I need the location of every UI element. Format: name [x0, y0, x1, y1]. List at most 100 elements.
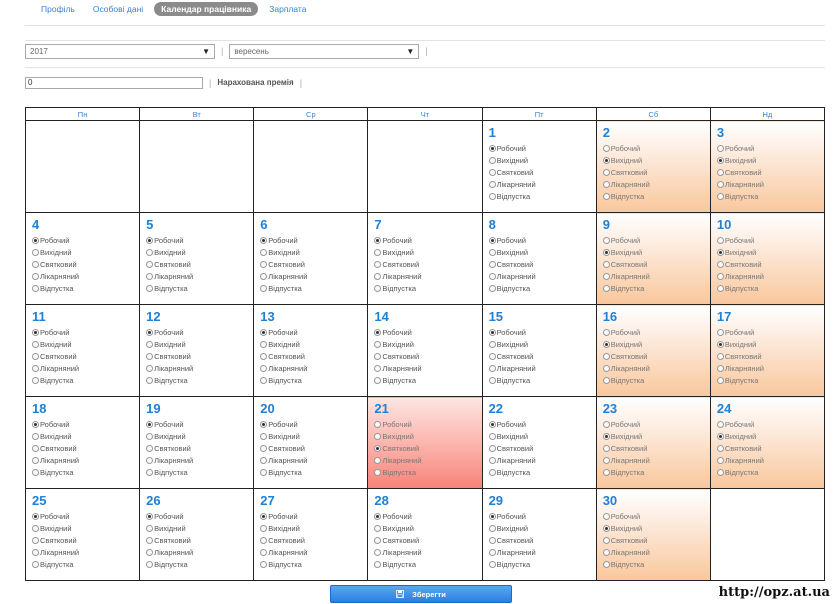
day-type-option[interactable]: Лікарняний [260, 362, 367, 374]
day-type-option[interactable]: Відпустка [488, 374, 596, 386]
day-type-option[interactable]: Відпустка [716, 282, 824, 294]
day-type-option[interactable]: Вихідний [602, 430, 710, 442]
day-type-option[interactable]: Робочий [32, 418, 139, 430]
day-type-radio[interactable] [488, 328, 496, 336]
day-type-radio[interactable] [602, 328, 610, 336]
day-type-radio[interactable] [374, 468, 382, 476]
day-type-option[interactable]: Святковий [602, 258, 710, 270]
day-type-radio[interactable] [146, 468, 154, 476]
day-type-option[interactable]: Вихідний [602, 522, 710, 534]
day-type-option[interactable]: Святковий [146, 350, 253, 362]
day-type-option[interactable]: Вихідний [146, 338, 253, 350]
day-type-option[interactable]: Вихідний [260, 522, 367, 534]
day-type-option[interactable]: Відпустка [32, 374, 139, 386]
day-type-radio[interactable] [488, 340, 496, 348]
day-type-radio[interactable] [488, 456, 496, 464]
day-type-radio[interactable] [32, 328, 39, 336]
day-type-radio[interactable] [146, 248, 154, 256]
day-type-option[interactable]: Робочий [260, 510, 367, 522]
day-type-radio[interactable] [602, 468, 610, 476]
day-type-radio[interactable] [602, 192, 610, 200]
day-type-option[interactable]: Відпустка [488, 190, 596, 202]
month-select[interactable]: вересень ▼ [229, 43, 420, 59]
day-type-option[interactable]: Святковий [260, 534, 367, 546]
day-type-radio[interactable] [716, 144, 724, 152]
day-type-radio[interactable] [260, 548, 268, 556]
day-type-option[interactable]: Лікарняний [374, 270, 481, 282]
day-type-radio[interactable] [374, 248, 382, 256]
day-type-radio[interactable] [602, 340, 610, 348]
day-type-option[interactable]: Святковий [374, 534, 481, 546]
day-type-radio[interactable] [260, 560, 268, 568]
day-type-radio[interactable] [716, 156, 724, 164]
day-type-radio[interactable] [260, 352, 268, 360]
day-type-option[interactable]: Лікарняний [32, 454, 139, 466]
day-type-radio[interactable] [602, 548, 610, 556]
day-type-radio[interactable] [32, 456, 39, 464]
day-type-radio[interactable] [374, 560, 382, 568]
day-type-radio[interactable] [146, 340, 154, 348]
day-type-option[interactable]: Відпустка [260, 466, 367, 478]
day-type-radio[interactable] [602, 512, 610, 520]
day-type-option[interactable]: Вихідний [374, 246, 481, 258]
day-type-radio[interactable] [488, 192, 496, 200]
day-type-radio[interactable] [716, 340, 724, 348]
day-type-radio[interactable] [716, 352, 724, 360]
day-type-radio[interactable] [374, 284, 382, 292]
day-type-radio[interactable] [32, 444, 39, 452]
day-type-option[interactable]: Вихідний [488, 154, 596, 166]
day-type-radio[interactable] [716, 444, 724, 452]
day-type-radio[interactable] [32, 376, 39, 384]
day-type-option[interactable]: Вихідний [146, 430, 253, 442]
day-type-option[interactable]: Лікарняний [602, 178, 710, 190]
day-type-option[interactable]: Робочий [146, 326, 253, 338]
day-type-option[interactable]: Святковий [374, 350, 481, 362]
day-type-option[interactable]: Вихідний [374, 430, 481, 442]
day-type-radio[interactable] [146, 364, 154, 372]
day-type-radio[interactable] [260, 444, 268, 452]
day-type-radio[interactable] [260, 248, 268, 256]
day-type-option[interactable]: Вихідний [260, 430, 367, 442]
day-type-radio[interactable] [146, 420, 154, 428]
day-type-option[interactable]: Лікарняний [32, 546, 139, 558]
day-type-radio[interactable] [488, 420, 496, 428]
day-type-radio[interactable] [260, 468, 268, 476]
day-type-option[interactable]: Святковий [488, 166, 596, 178]
day-type-option[interactable]: Вихідний [716, 154, 824, 166]
day-type-option[interactable]: Відпустка [488, 558, 596, 570]
day-type-radio[interactable] [260, 236, 268, 244]
day-type-radio[interactable] [374, 272, 382, 280]
day-type-radio[interactable] [374, 328, 382, 336]
day-type-option[interactable]: Відпустка [488, 282, 596, 294]
day-type-option[interactable]: Вихідний [488, 246, 596, 258]
day-type-option[interactable]: Святковий [602, 166, 710, 178]
day-type-option[interactable]: Святковий [602, 350, 710, 362]
day-type-option[interactable]: Робочий [374, 418, 481, 430]
day-type-radio[interactable] [602, 352, 610, 360]
day-type-radio[interactable] [374, 432, 382, 440]
day-type-option[interactable]: Робочий [260, 418, 367, 430]
day-type-option[interactable]: Відпустка [32, 282, 139, 294]
day-type-option[interactable]: Святковий [32, 534, 139, 546]
day-type-option[interactable]: Відпустка [374, 466, 481, 478]
day-type-option[interactable]: Робочий [602, 234, 710, 246]
day-type-option[interactable]: Відпустка [32, 466, 139, 478]
day-type-option[interactable]: Вихідний [32, 338, 139, 350]
day-type-option[interactable]: Лікарняний [32, 270, 139, 282]
day-type-radio[interactable] [146, 512, 154, 520]
day-type-radio[interactable] [32, 272, 39, 280]
day-type-option[interactable]: Робочий [374, 326, 481, 338]
day-type-radio[interactable] [488, 468, 496, 476]
day-type-option[interactable]: Робочий [146, 510, 253, 522]
day-type-option[interactable]: Відпустка [260, 282, 367, 294]
bonus-input[interactable] [25, 76, 203, 89]
day-type-option[interactable]: Лікарняний [488, 178, 596, 190]
day-type-option[interactable]: Відпустка [602, 282, 710, 294]
day-type-radio[interactable] [32, 536, 39, 544]
tab-profile[interactable]: Профіль [34, 2, 82, 16]
day-type-option[interactable]: Вихідний [374, 522, 481, 534]
day-type-option[interactable]: Відпустка [716, 190, 824, 202]
day-type-radio[interactable] [32, 284, 39, 292]
day-type-radio[interactable] [488, 512, 496, 520]
day-type-option[interactable]: Відпустка [146, 466, 253, 478]
